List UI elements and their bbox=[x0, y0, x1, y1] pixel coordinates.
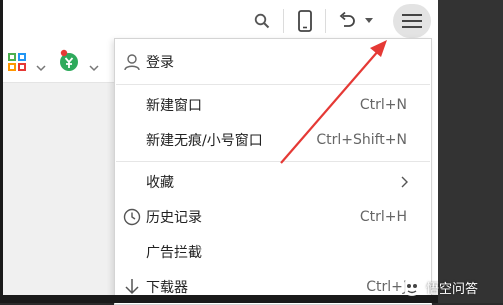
undo-dropdown[interactable] bbox=[363, 6, 375, 36]
watermark-text: 悟空问答 bbox=[426, 281, 479, 297]
phone-icon bbox=[298, 10, 312, 32]
shield-icon bbox=[60, 49, 78, 71]
menu-item-label: 收藏 bbox=[146, 175, 174, 191]
apps-button[interactable] bbox=[7, 52, 29, 74]
undo-icon bbox=[339, 11, 355, 27]
chevron-down-icon bbox=[89, 65, 99, 72]
apps-dropdown[interactable] bbox=[36, 57, 46, 76]
menu-item-label: 登录 bbox=[146, 55, 174, 71]
search-icon bbox=[254, 13, 270, 29]
chevron-down-icon bbox=[36, 65, 46, 72]
grid-apps-icon bbox=[8, 53, 26, 71]
menu-item-ad-block[interactable]: 广告拦截 bbox=[115, 236, 431, 268]
page-content-area bbox=[3, 82, 115, 296]
menu-item-shortcut: Ctrl+H bbox=[359, 209, 407, 225]
browser-toolbar bbox=[3, 0, 438, 42]
download-arrow-icon bbox=[125, 279, 139, 295]
chevron-down-icon bbox=[365, 18, 373, 23]
main-menu-button[interactable] bbox=[393, 4, 431, 38]
security-dropdown[interactable] bbox=[89, 57, 99, 76]
hamburger-menu-icon bbox=[402, 14, 422, 28]
window-bottom-edge bbox=[0, 295, 438, 303]
undo-button[interactable] bbox=[335, 6, 359, 36]
extensions-bar bbox=[3, 42, 115, 82]
menu-item-label: 新建窗口 bbox=[146, 98, 202, 114]
menu-separator bbox=[116, 84, 430, 85]
user-icon bbox=[124, 54, 140, 71]
background-desktop bbox=[438, 0, 503, 303]
security-extension-button[interactable] bbox=[57, 49, 83, 75]
main-menu-dropdown: 登录 新建窗口 Ctrl+N 新建无痕/小号窗口 Ctrl+Shift+N 收藏… bbox=[114, 38, 432, 305]
menu-item-new-window[interactable]: 新建窗口 Ctrl+N bbox=[115, 89, 431, 121]
menu-item-shortcut: Ctrl+N bbox=[359, 97, 407, 113]
menu-item-new-incognito[interactable]: 新建无痕/小号窗口 Ctrl+Shift+N bbox=[115, 124, 431, 156]
watermark: 悟空问答 bbox=[402, 276, 478, 298]
menu-item-shortcut: Ctrl+J bbox=[366, 279, 407, 295]
search-button[interactable] bbox=[251, 6, 273, 36]
wukong-logo-icon bbox=[403, 278, 421, 296]
clock-icon bbox=[123, 208, 141, 226]
menu-item-label: 历史记录 bbox=[146, 210, 202, 226]
menu-item-login[interactable]: 登录 bbox=[115, 46, 431, 78]
menu-item-favorites[interactable]: 收藏 bbox=[115, 166, 431, 198]
menu-item-history[interactable]: 历史记录 Ctrl+H bbox=[115, 201, 431, 233]
toolbar-divider bbox=[283, 9, 284, 33]
menu-item-label: 新建无痕/小号窗口 bbox=[146, 133, 263, 149]
toolbar-divider bbox=[325, 9, 326, 33]
menu-item-shortcut: Ctrl+Shift+N bbox=[316, 132, 407, 148]
menu-item-label: 下载器 bbox=[146, 280, 188, 296]
chevron-right-icon bbox=[401, 176, 408, 188]
menu-separator bbox=[116, 161, 430, 162]
menu-item-label: 广告拦截 bbox=[146, 245, 202, 261]
mobile-button[interactable] bbox=[293, 6, 317, 36]
